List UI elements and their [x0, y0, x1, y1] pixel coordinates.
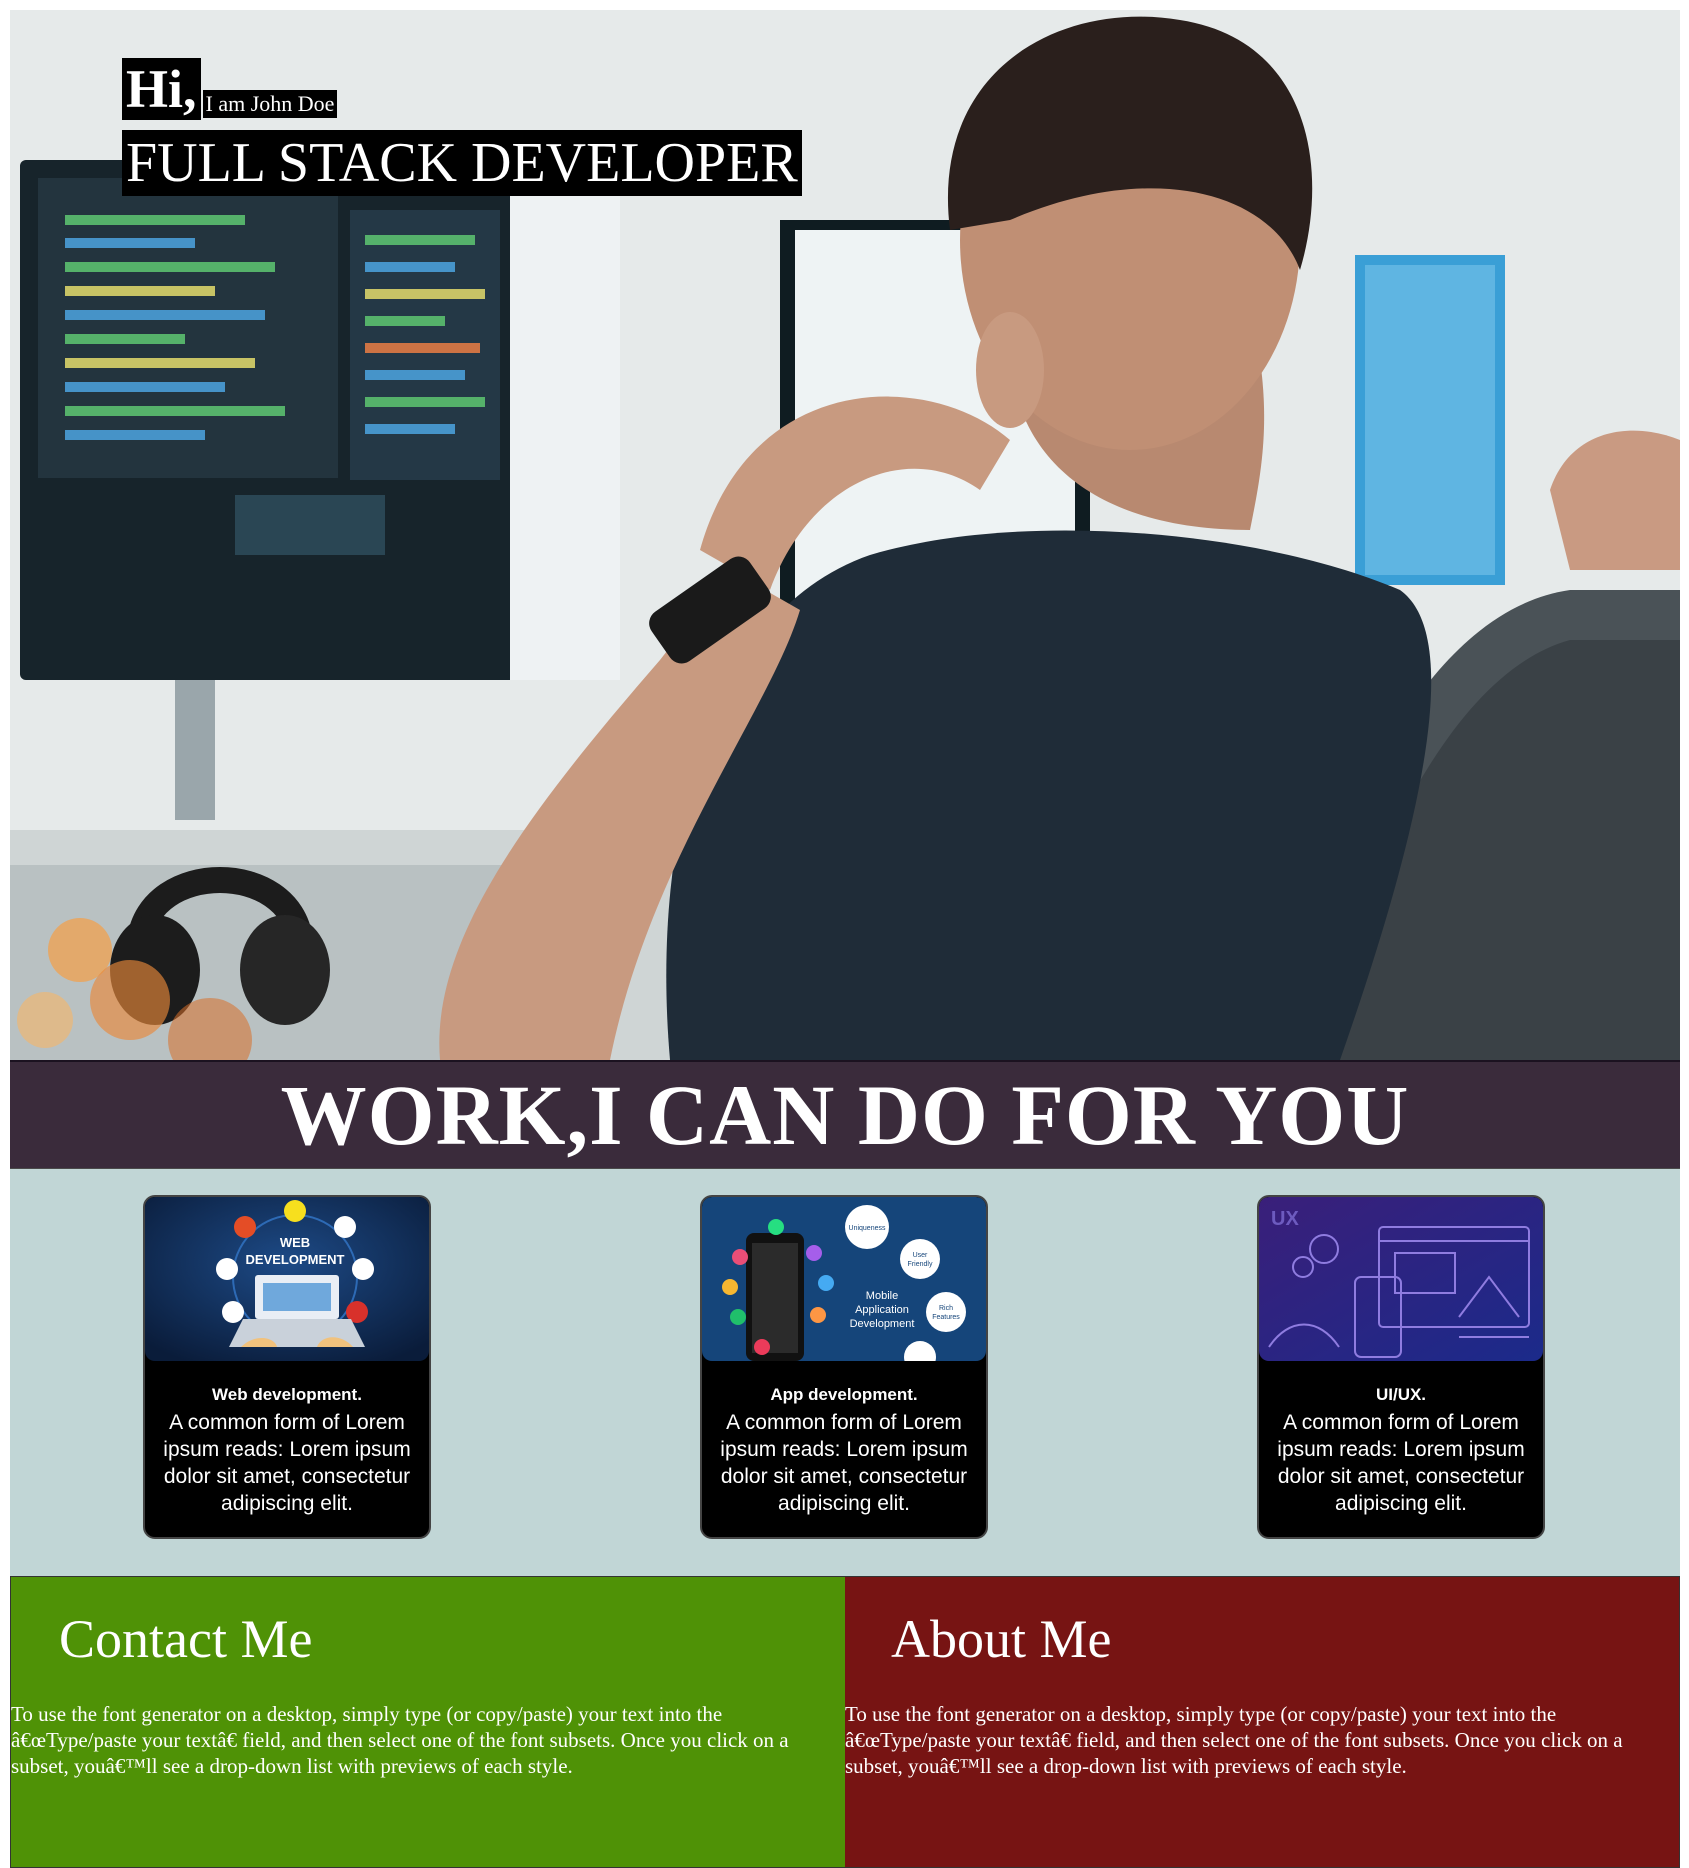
about-title: About Me [891, 1609, 1112, 1669]
greeting: Hi, [122, 58, 201, 120]
greeting-row: Hi, I am John Doe [122, 58, 802, 120]
app-image-label-user: User [913, 1252, 928, 1259]
contact-about-section: Contact Me To use the font generator on … [10, 1576, 1680, 1868]
uiux-image: UX [1259, 1197, 1543, 1361]
contact-panel: Contact Me To use the font generator on … [11, 1577, 845, 1867]
app-image-label-application: Application [855, 1304, 909, 1316]
job-title: FULL STACK DEVELOPER [122, 130, 802, 196]
services-section: WEB DEVELOPMENT Web development. A commo… [10, 1168, 1680, 1576]
web-image-label-1: WEB [280, 1235, 310, 1250]
app-image-label-development: Development [850, 1318, 915, 1330]
web-image-label-2: DEVELOPMENT [246, 1252, 345, 1267]
hero-section: Hi, I am John Doe FULL STACK DEVELOPER [10, 10, 1680, 1060]
app-image-label-rich: Rich [939, 1305, 953, 1312]
service-card-web[interactable]: WEB DEVELOPMENT Web development. A commo… [143, 1195, 431, 1539]
web-development-image: WEB DEVELOPMENT [145, 1197, 429, 1361]
card-description: A common form of Lorem ipsum reads: Lore… [1277, 1411, 1525, 1515]
app-development-image: Uniqueness User Friendly Rich Features M… [702, 1197, 986, 1361]
page: Hi, I am John Doe FULL STACK DEVELOPER W… [10, 10, 1680, 1868]
app-image-label-features: Features [932, 1314, 960, 1321]
contact-text: To use the font generator on a desktop, … [11, 1702, 789, 1778]
about-text: To use the font generator on a desktop, … [845, 1702, 1623, 1778]
services-banner: WORK,I CAN DO FOR YOU [10, 1060, 1680, 1168]
about-panel: About Me To use the font generator on a … [845, 1577, 1679, 1867]
contact-title: Contact Me [59, 1609, 313, 1669]
app-image-label-friendly: Friendly [908, 1261, 933, 1268]
card-title: Web development. [212, 1385, 362, 1404]
services-heading: WORK,I CAN DO FOR YOU [280, 1067, 1410, 1163]
card-title: App development. [770, 1385, 918, 1404]
uiux-image-label: UX [1271, 1208, 1299, 1230]
app-image-label-mobile: Mobile [866, 1290, 898, 1302]
owner-name: I am John Doe [202, 90, 338, 118]
app-image-label-uniqueness: Uniqueness [849, 1225, 886, 1232]
card-description: A common form of Lorem ipsum reads: Lore… [720, 1411, 968, 1515]
service-card-uiux[interactable]: UX UI/UX. A common form of Lorem ipsum r… [1257, 1195, 1545, 1539]
hero-intro: Hi, I am John Doe FULL STACK DEVELOPER [122, 58, 802, 196]
card-description: A common form of Lorem ipsum reads: Lore… [163, 1411, 411, 1515]
card-title: UI/UX. [1375, 1385, 1427, 1404]
service-card-app[interactable]: Uniqueness User Friendly Rich Features M… [700, 1195, 988, 1539]
